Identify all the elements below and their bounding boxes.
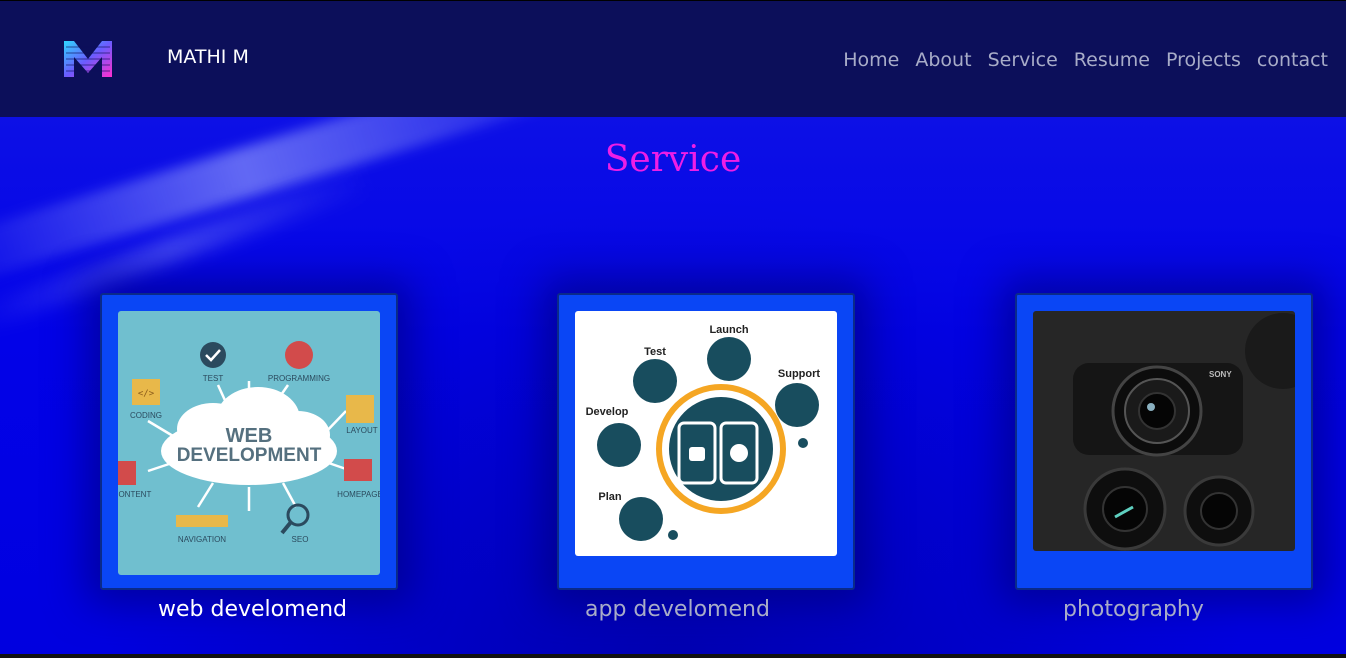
app-development-image: Launch Test Support Develop Plan — [575, 311, 837, 556]
svg-text:Launch: Launch — [709, 324, 748, 336]
logo-m-icon[interactable] — [62, 37, 114, 79]
service-card-web[interactable]: WEB DEVELOPMENT TEST PROGRAMMING </> COD… — [100, 293, 398, 590]
navbar: MATHI M Home About Service Resume Projec… — [0, 0, 1346, 117]
svg-text:</>: </> — [138, 389, 155, 399]
navigation-arrows-icon — [176, 515, 228, 527]
svg-text:Test: Test — [644, 346, 666, 358]
homepage-icon — [344, 459, 372, 481]
svg-text:DEVELOPMENT: DEVELOPMENT — [177, 445, 322, 466]
plan-chart-icon — [619, 497, 663, 541]
nav-projects[interactable]: Projects — [1166, 49, 1241, 71]
nav-contact[interactable]: contact — [1257, 49, 1328, 71]
bottom-border — [0, 654, 1346, 658]
svg-text:HOMEPAGE: HOMEPAGE — [337, 490, 380, 499]
svg-text:CODING: CODING — [130, 411, 162, 420]
nav-service[interactable]: Service — [988, 49, 1058, 71]
svg-text:SEO: SEO — [292, 535, 309, 544]
section-title: Service — [604, 139, 742, 180]
support-icon — [775, 383, 819, 427]
test-clipboard-icon — [633, 359, 677, 403]
nav-about[interactable]: About — [915, 49, 971, 71]
camera-photo-image: SONY — [1033, 311, 1295, 551]
programming-icon — [285, 341, 313, 369]
content-icon — [118, 461, 136, 485]
service-card-photography[interactable]: SONY — [1015, 293, 1313, 590]
svg-text:NAVIGATION: NAVIGATION — [178, 535, 226, 544]
nav-home[interactable]: Home — [843, 49, 899, 71]
svg-text:Develop: Develop — [586, 406, 629, 418]
svg-text:CONTENT: CONTENT — [118, 490, 151, 499]
web-development-image: WEB DEVELOPMENT TEST PROGRAMMING </> COD… — [118, 311, 380, 575]
brand-name[interactable]: MATHI M — [167, 46, 249, 68]
svg-text:Plan: Plan — [598, 491, 622, 503]
layout-icon — [346, 395, 374, 423]
develop-laptop-icon — [597, 423, 641, 467]
service-card-app[interactable]: Launch Test Support Develop Plan — [557, 293, 855, 590]
svg-text:LAYOUT: LAYOUT — [346, 426, 378, 435]
svg-text:SONY: SONY — [1209, 370, 1232, 379]
card-label-app[interactable]: app develomend — [585, 597, 770, 622]
service-section: Service WEB DEVELOPMENT TEST PROGRAMMING… — [0, 117, 1346, 658]
nav-resume[interactable]: Resume — [1074, 49, 1150, 71]
card-label-web[interactable]: web develomend — [158, 597, 347, 622]
svg-text:PROGRAMMING: PROGRAMMING — [268, 374, 330, 383]
main-nav: Home About Service Resume Projects conta… — [843, 49, 1328, 71]
svg-text:TEST: TEST — [203, 374, 224, 383]
svg-text:WEB: WEB — [226, 425, 273, 447]
svg-text:Support: Support — [778, 368, 820, 380]
launch-rocket-icon — [707, 337, 751, 381]
card-label-photography[interactable]: photography — [1063, 597, 1204, 622]
check-icon — [200, 342, 226, 368]
